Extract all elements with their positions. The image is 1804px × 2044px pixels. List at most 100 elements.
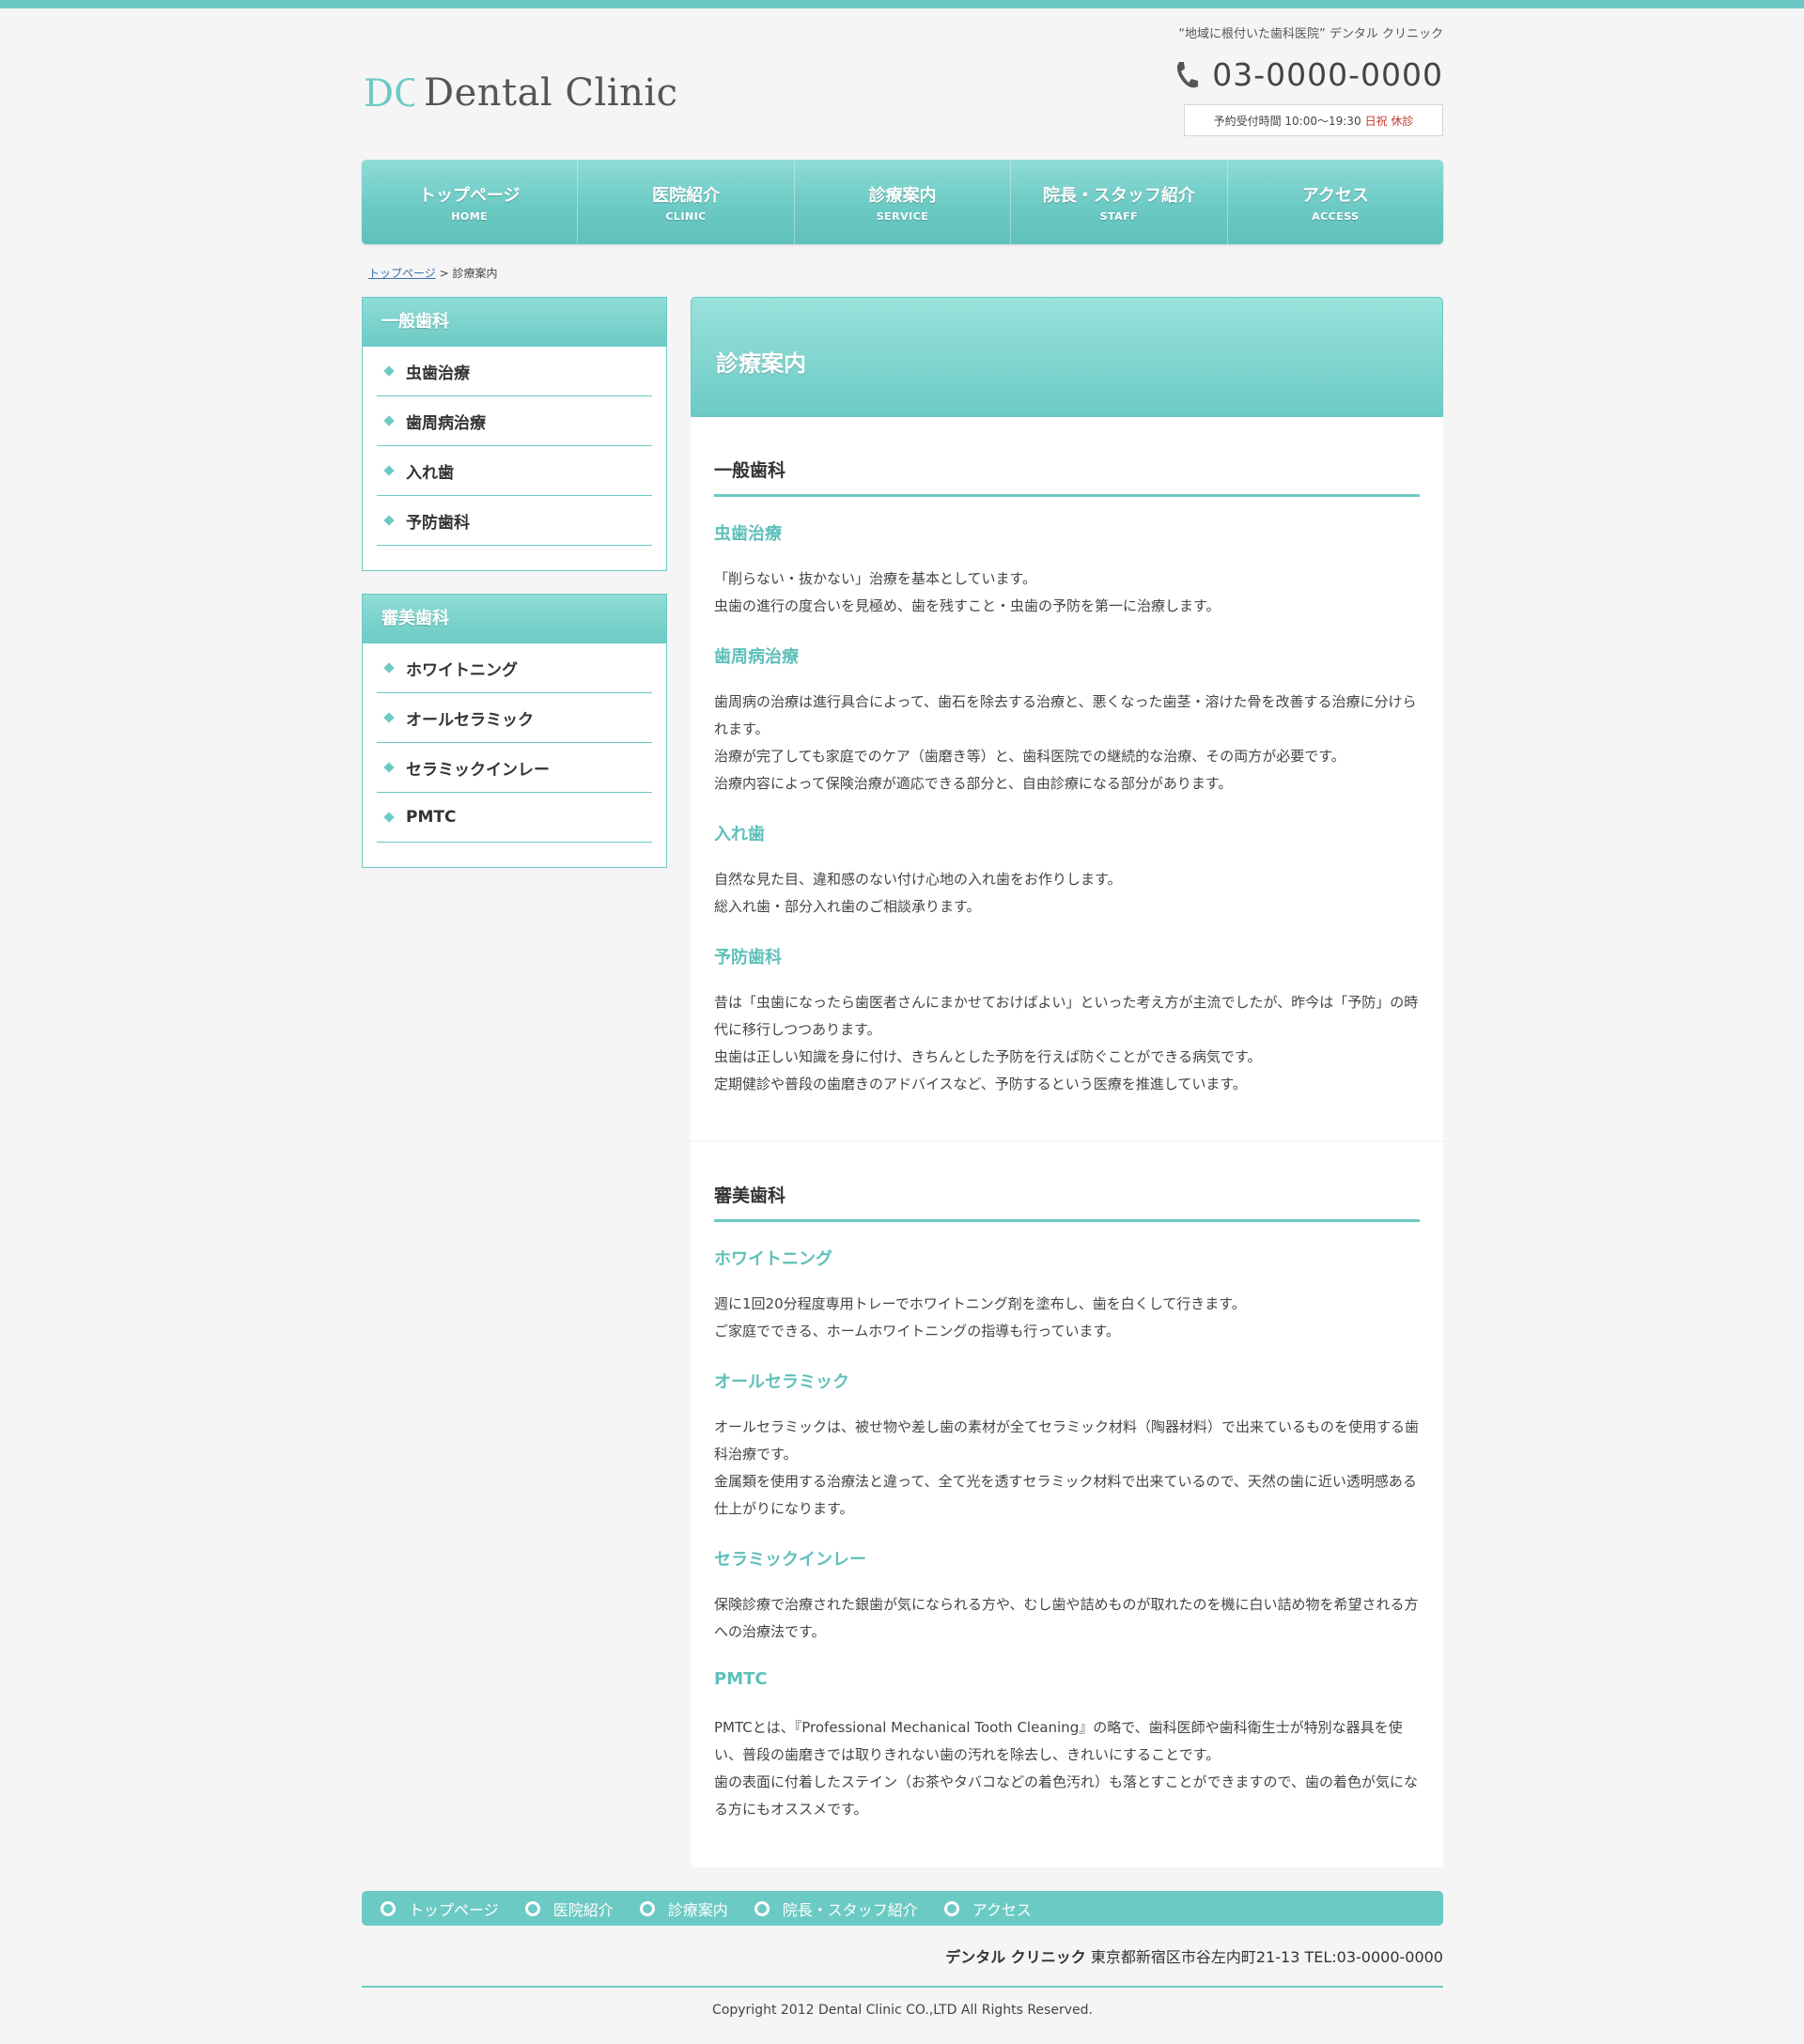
nav-label: 診療案内 <box>868 185 937 206</box>
ring-bullet-icon <box>524 1900 540 1916</box>
diamond-bullet-icon <box>383 762 395 773</box>
subsection-title: 虫歯治療 <box>714 524 782 544</box>
footer-nav: トップページ 医院紹介 診療案内 院長・スタッフ紹介 アクセス <box>362 1891 1443 1926</box>
breadcrumb: トップページ > 診療案内 <box>368 265 498 281</box>
global-nav: トップページ HOME 医院紹介 CLINIC 診療案内 SERVICE 院長・… <box>362 160 1443 244</box>
subsection-title: 予防歯科 <box>714 948 782 968</box>
footer-divider <box>362 1986 1443 1988</box>
subsection-text: 「削らない・抜かない」治療を基本としています。 虫歯の進行の度合いを見極め、歯を残… <box>714 570 1221 614</box>
sidebar-cosmetic: 審美歯科 ホワイトニング オールセラミック セラミックインレー PMTC <box>362 594 667 868</box>
breadcrumb-separator: > <box>439 267 449 280</box>
hours-box: 予約受付時間 10:00～19:30 日祝 休診 <box>1184 104 1443 136</box>
header-tagline: “地域に根付いた歯科医院” デンタル クリニック <box>1178 27 1443 41</box>
sidebar-list: 虫歯治療 歯周病治療 入れ歯 予防歯科 <box>363 347 666 570</box>
phone-block: 03-0000-0000 <box>1173 56 1443 93</box>
breadcrumb-home-link[interactable]: トップページ <box>368 267 436 280</box>
nav-clinic[interactable]: 医院紹介 CLINIC <box>577 160 793 244</box>
diamond-bullet-icon <box>383 365 395 377</box>
sidebar-heading: 審美歯科 <box>363 595 666 643</box>
dc-logo-icon: DC <box>364 72 414 116</box>
ring-bullet-icon <box>639 1900 655 1916</box>
section-card-cosmetic: 審美歯科 ホワイトニング 週に1回20分程度専用トレーでホワイトニング剤を塗布し… <box>691 1142 1443 1867</box>
subsection-title: 入れ歯 <box>714 825 765 844</box>
sidebar-item-dentures[interactable]: 入れ歯 <box>377 446 652 496</box>
sidebar-item-label: PMTC <box>406 808 457 827</box>
sidebar-list: ホワイトニング オールセラミック セラミックインレー PMTC <box>363 643 666 867</box>
footer-link-label: トップページ <box>409 1900 499 1919</box>
sidebar-item-label: 歯周病治療 <box>406 413 486 433</box>
diamond-bullet-icon <box>383 662 395 674</box>
section-title: 一般歯科 <box>714 460 786 481</box>
footer-link-staff[interactable]: 院長・スタッフ紹介 <box>754 1897 918 1920</box>
diamond-bullet-icon <box>383 415 395 426</box>
nav-service[interactable]: 診療案内 SERVICE <box>793 160 1010 244</box>
sidebar-general: 一般歯科 虫歯治療 歯周病治療 入れ歯 予防歯科 <box>362 297 667 571</box>
footer-link-label: 院長・スタッフ紹介 <box>782 1900 918 1919</box>
sidebar-item-label: 予防歯科 <box>406 513 470 533</box>
nav-label: トップページ <box>418 185 521 206</box>
nav-access[interactable]: アクセス ACCESS <box>1226 160 1443 244</box>
nav-home[interactable]: トップページ HOME <box>362 160 577 244</box>
sidebar-item-label: 入れ歯 <box>406 463 454 483</box>
footer-link-home[interactable]: トップページ <box>381 1897 499 1920</box>
diamond-bullet-icon <box>383 515 395 526</box>
subsection-text: オールセラミックは、被せ物や差し歯の素材が全てセラミック材料（陶器材料）で出来て… <box>714 1418 1420 1517</box>
subsection-text: 昔は「虫歯になったら歯医者さんにまかせておけばよい」といった考え方が主流でしたが… <box>714 994 1419 1092</box>
ring-bullet-icon <box>943 1900 959 1916</box>
nav-label: 医院紹介 <box>652 185 721 206</box>
hours-text: 予約受付時間 10:00～19:30 <box>1213 114 1361 128</box>
logo[interactable]: DC Dental Clinic <box>362 64 678 122</box>
footer-address-text: 東京都新宿区市谷左内町21-13 TEL:03-0000-0000 <box>1090 1948 1443 1966</box>
subsection-text: 保険診療で治療された銀歯が気になられる方や、むし歯や詰めものが取れたのを機に白い… <box>714 1596 1419 1640</box>
footer-link-label: アクセス <box>972 1900 1032 1919</box>
subsection-title: セラミックインレー <box>714 1550 866 1570</box>
copyright: Copyright 2012 Dental Clinic CO.,LTD All… <box>712 2003 1093 2018</box>
sidebar-heading: 一般歯科 <box>363 298 666 347</box>
nav-staff[interactable]: 院長・スタッフ紹介 STAFF <box>1010 160 1226 244</box>
subsection-title: ホワイトニング <box>714 1249 832 1269</box>
main-header: 診療案内 <box>691 297 1443 417</box>
subsection-title: PMTC <box>714 1669 768 1689</box>
footer-link-service[interactable]: 診療案内 <box>639 1897 728 1920</box>
footer-link-label: 診療案内 <box>667 1900 728 1919</box>
ring-bullet-icon <box>754 1900 770 1916</box>
nav-sublabel: SERVICE <box>876 209 929 223</box>
phone-number[interactable]: 03-0000-0000 <box>1212 56 1443 93</box>
diamond-bullet-icon <box>383 465 395 476</box>
sidebar-item-caries[interactable]: 虫歯治療 <box>377 347 652 396</box>
footer-link-access[interactable]: アクセス <box>943 1897 1032 1920</box>
subsection-text: PMTCとは、『Professional Mechanical Tooth Cl… <box>714 1719 1418 1818</box>
footer-clinic-name: デンタル クリニック <box>945 1948 1086 1966</box>
ring-bullet-icon <box>381 1900 396 1916</box>
sidebar-item-label: ホワイトニング <box>406 660 518 680</box>
diamond-bullet-icon <box>383 712 395 723</box>
footer-address: デンタル クリニック 東京都新宿区市谷左内町21-13 TEL:03-0000-… <box>945 1944 1443 1967</box>
nav-sublabel: ACCESS <box>1312 209 1360 223</box>
subsection-text: 歯周病の治療は進行具合によって、歯石を除去する治療と、悪くなった歯茎・溶けた骨を… <box>714 693 1417 792</box>
nav-sublabel: HOME <box>451 209 489 223</box>
page-title: 診療案内 <box>716 350 806 377</box>
nav-label: 院長・スタッフ紹介 <box>1042 185 1195 206</box>
phone-icon <box>1177 61 1199 87</box>
logo-text: Dental Clinic <box>424 71 678 115</box>
footer-link-clinic[interactable]: 医院紹介 <box>524 1897 614 1920</box>
breadcrumb-current: 診療案内 <box>452 267 498 280</box>
sidebar-item-label: 虫歯治療 <box>406 364 470 383</box>
footer-link-label: 医院紹介 <box>552 1900 614 1919</box>
subsection-title: オールセラミック <box>714 1372 849 1392</box>
svg-text:DC: DC <box>364 72 414 116</box>
sidebar-item-label: オールセラミック <box>406 710 534 730</box>
sidebar-item-label: セラミックインレー <box>406 760 550 780</box>
sidebar-item-all-ceramic[interactable]: オールセラミック <box>377 693 652 743</box>
sidebar-item-periodontal[interactable]: 歯周病治療 <box>377 396 652 446</box>
nav-label: アクセス <box>1301 185 1369 206</box>
sidebar-item-ceramic-inlay[interactable]: セラミックインレー <box>377 743 652 793</box>
subsection-title: 歯周病治療 <box>714 647 799 667</box>
sidebar-item-preventive[interactable]: 予防歯科 <box>377 496 652 546</box>
sidebar-item-whitening[interactable]: ホワイトニング <box>377 643 652 693</box>
page-wrapper: “地域に根付いた歯科医院” デンタル クリニック DC Dental Clini… <box>362 0 1443 2044</box>
section-divider <box>714 494 1420 497</box>
section-card-general: 一般歯科 虫歯治療 「削らない・抜かない」治療を基本としています。 虫歯の進行の度… <box>691 417 1443 1140</box>
sidebar-item-pmtc[interactable]: PMTC <box>377 793 652 843</box>
closed-days: 日祝 休診 <box>1364 114 1414 128</box>
